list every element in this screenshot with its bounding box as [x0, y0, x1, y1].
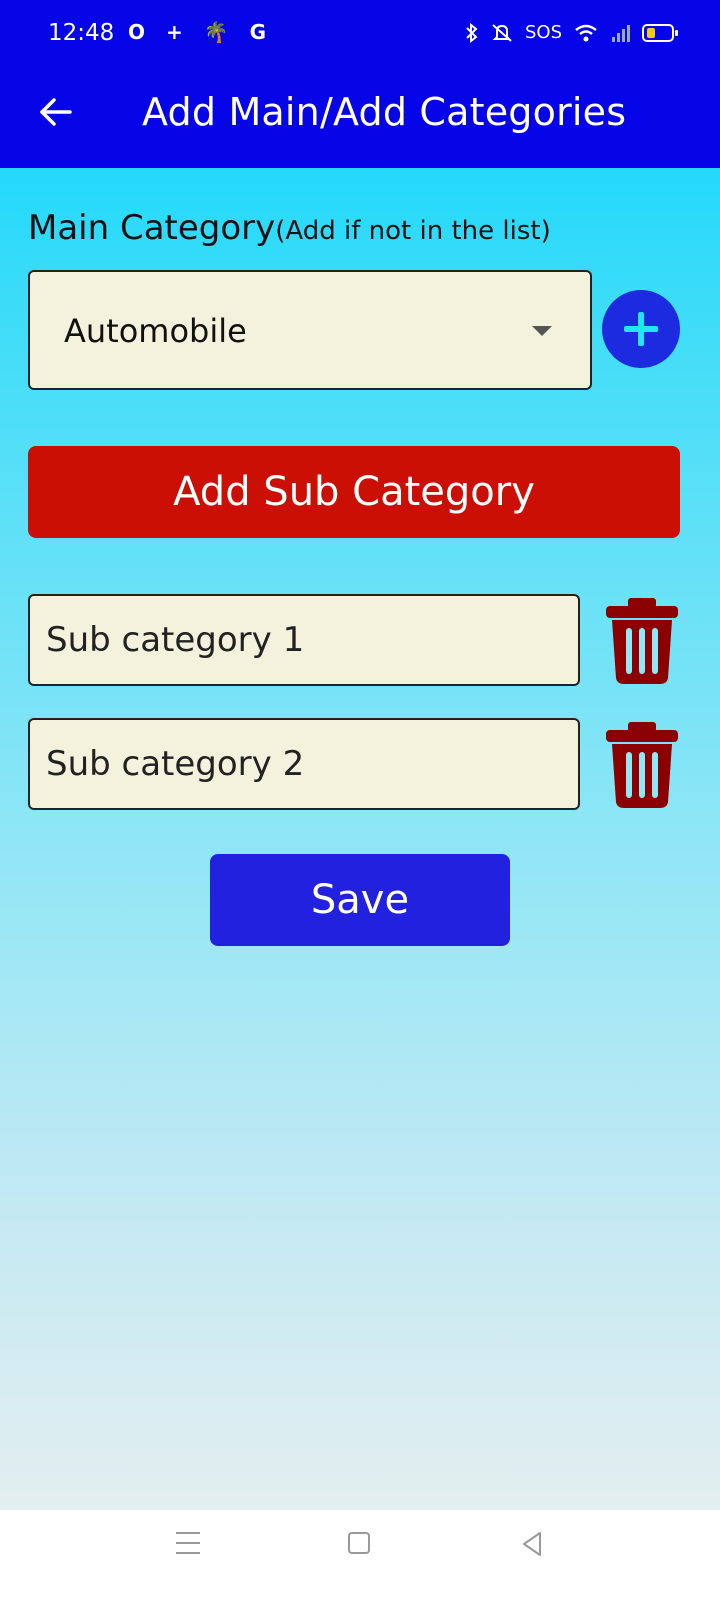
system-nav-bar — [0, 1510, 720, 1600]
page-title: Add Main/Add Categories — [142, 90, 627, 134]
notification-icons: O + 🌴 G — [128, 20, 280, 44]
main-category-label-text: Main Category — [28, 208, 276, 248]
wifi-icon — [575, 24, 597, 41]
recents-menu-icon[interactable] — [176, 1532, 200, 1554]
add-sub-category-button[interactable]: Add Sub Category — [28, 446, 680, 538]
main-category-dropdown[interactable]: Automobile — [28, 270, 592, 390]
google-icon: G — [249, 20, 267, 44]
delete-trash-icon[interactable] — [604, 720, 680, 810]
main-category-label: Main Category(Add if not in the list) — [28, 208, 551, 248]
battery-icon — [642, 23, 678, 42]
back-triangle-icon[interactable] — [520, 1530, 544, 1558]
dropdown-caret-icon — [532, 326, 552, 336]
opera-icon: O — [128, 20, 146, 44]
mute-bell-icon — [492, 23, 512, 42]
delete-trash-icon[interactable] — [604, 596, 680, 686]
add-main-category-button[interactable] — [602, 290, 680, 368]
system-icons: SOS — [465, 22, 678, 43]
sos-label: SOS — [524, 22, 562, 43]
back-arrow-icon[interactable] — [36, 92, 76, 132]
main-category-hint: (Add if not in the list) — [275, 216, 551, 246]
signal-icon — [612, 24, 630, 42]
status-time: 12:48 — [48, 20, 115, 46]
plus-app-icon: + — [165, 20, 183, 44]
selected-category: Automobile — [64, 312, 247, 350]
bluetooth-icon — [466, 22, 478, 43]
app-bar: Add Main/Add Categories — [0, 72, 720, 168]
palm-tree-icon: 🌴 — [203, 20, 229, 44]
status-bar: 12:48 O + 🌴 G SOS — [0, 0, 720, 72]
home-square-icon[interactable] — [348, 1532, 370, 1554]
sub-category-input-1[interactable]: Sub category 1 — [28, 594, 580, 686]
save-button[interactable]: Save — [210, 854, 510, 946]
sub-category-input-2[interactable]: Sub category 2 — [28, 718, 580, 810]
